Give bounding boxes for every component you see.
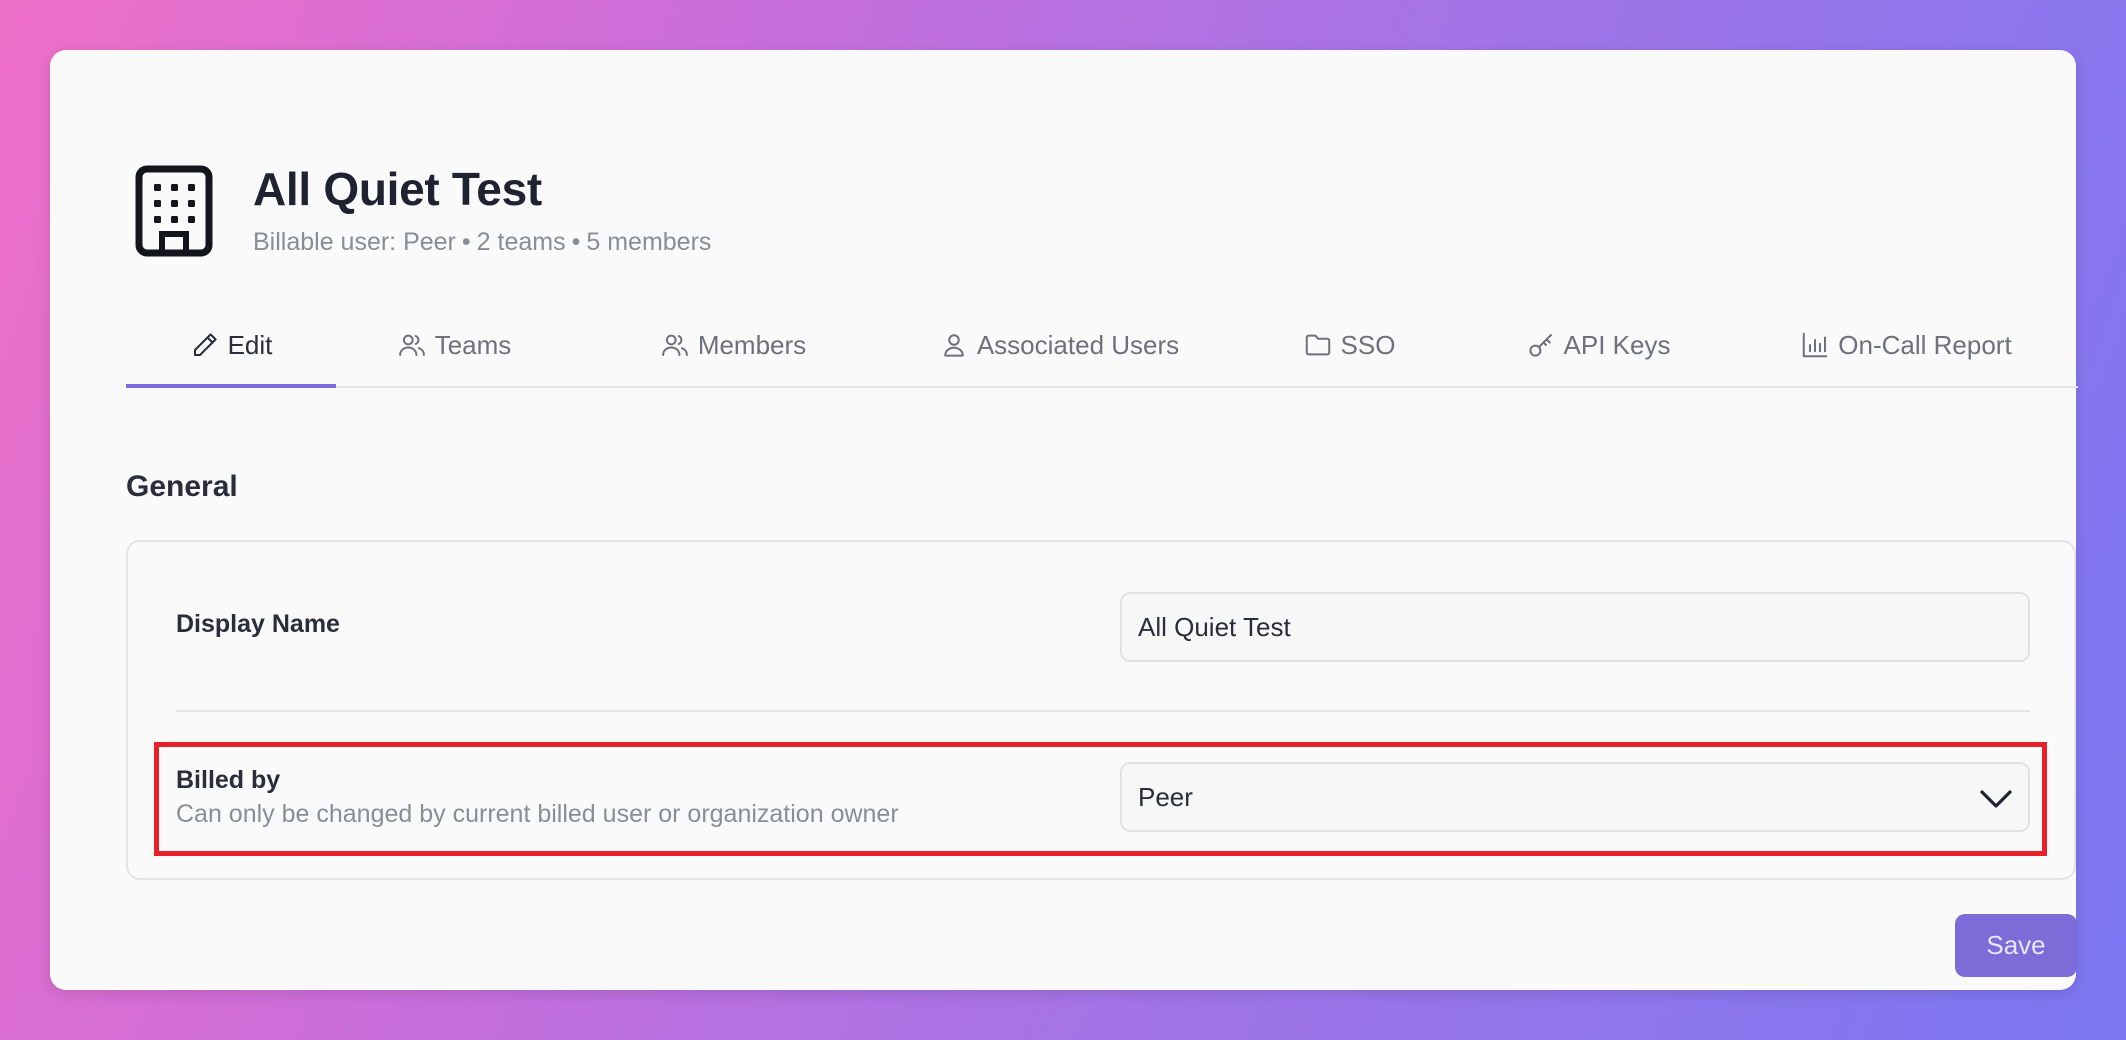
chevron-down-icon: [1980, 790, 2012, 808]
tab-label: Teams: [434, 330, 512, 360]
tab-edit[interactable]: Edit: [126, 330, 336, 386]
save-button[interactable]: Save: [1955, 914, 2077, 977]
tab-label: On-Call Report: [1838, 330, 2012, 360]
org-summary: Billable user: Peer • 2 teams • 5 members: [253, 228, 711, 257]
tab-sso[interactable]: SSO: [1299, 330, 1399, 386]
tab-teams[interactable]: Teams: [384, 330, 524, 386]
teams-count: 2 teams: [476, 228, 566, 256]
billed-by-label: Billed by: [176, 766, 281, 794]
tab-label: Edit: [227, 330, 273, 360]
general-form: Display Name Billed by Can only be chang…: [126, 540, 2076, 880]
form-divider: [176, 710, 2030, 712]
tab-label: Members: [697, 330, 807, 360]
active-tab-indicator: [126, 384, 336, 388]
display-name-input[interactable]: [1120, 592, 2030, 662]
tab-label: SSO: [1340, 330, 1396, 360]
users-icon: [661, 334, 688, 356]
tab-label: Associated Users: [976, 330, 1180, 360]
billed-by-selected-value: Peer: [1138, 781, 1193, 812]
separator-dot: •: [571, 228, 581, 256]
separator-dot: •: [461, 228, 471, 256]
tab-members[interactable]: Members: [638, 330, 828, 386]
pencil-icon: [193, 333, 217, 356]
tab-on-call-report[interactable]: On-Call Report: [1786, 330, 2026, 386]
billed-by-select[interactable]: Peer: [1120, 762, 2030, 832]
section-title: General: [126, 470, 238, 503]
billable-user-text: Billable user: Peer: [253, 228, 456, 256]
user-icon: [944, 334, 964, 357]
key-icon: [1528, 334, 1552, 357]
members-count: 5 members: [586, 228, 712, 256]
tab-bar: Edit Teams Members Associated Users SSO …: [126, 330, 2078, 388]
organization-card: All Quiet Test Billable user: Peer • 2 tea…: [50, 50, 2078, 990]
users-icon: [398, 334, 425, 356]
bar-chart-icon: [1803, 332, 1828, 358]
display-name-label: Display Name: [176, 610, 340, 638]
billed-by-help-text: Can only be changed by current billed us…: [176, 800, 899, 828]
building-icon: [135, 165, 213, 257]
page-title: All Quiet Test: [253, 163, 542, 215]
tab-associated-users[interactable]: Associated Users: [924, 330, 1194, 386]
tab-api-keys[interactable]: API Keys: [1518, 330, 1678, 386]
tab-label: API Keys: [1563, 330, 1671, 360]
folder-icon: [1305, 334, 1330, 356]
